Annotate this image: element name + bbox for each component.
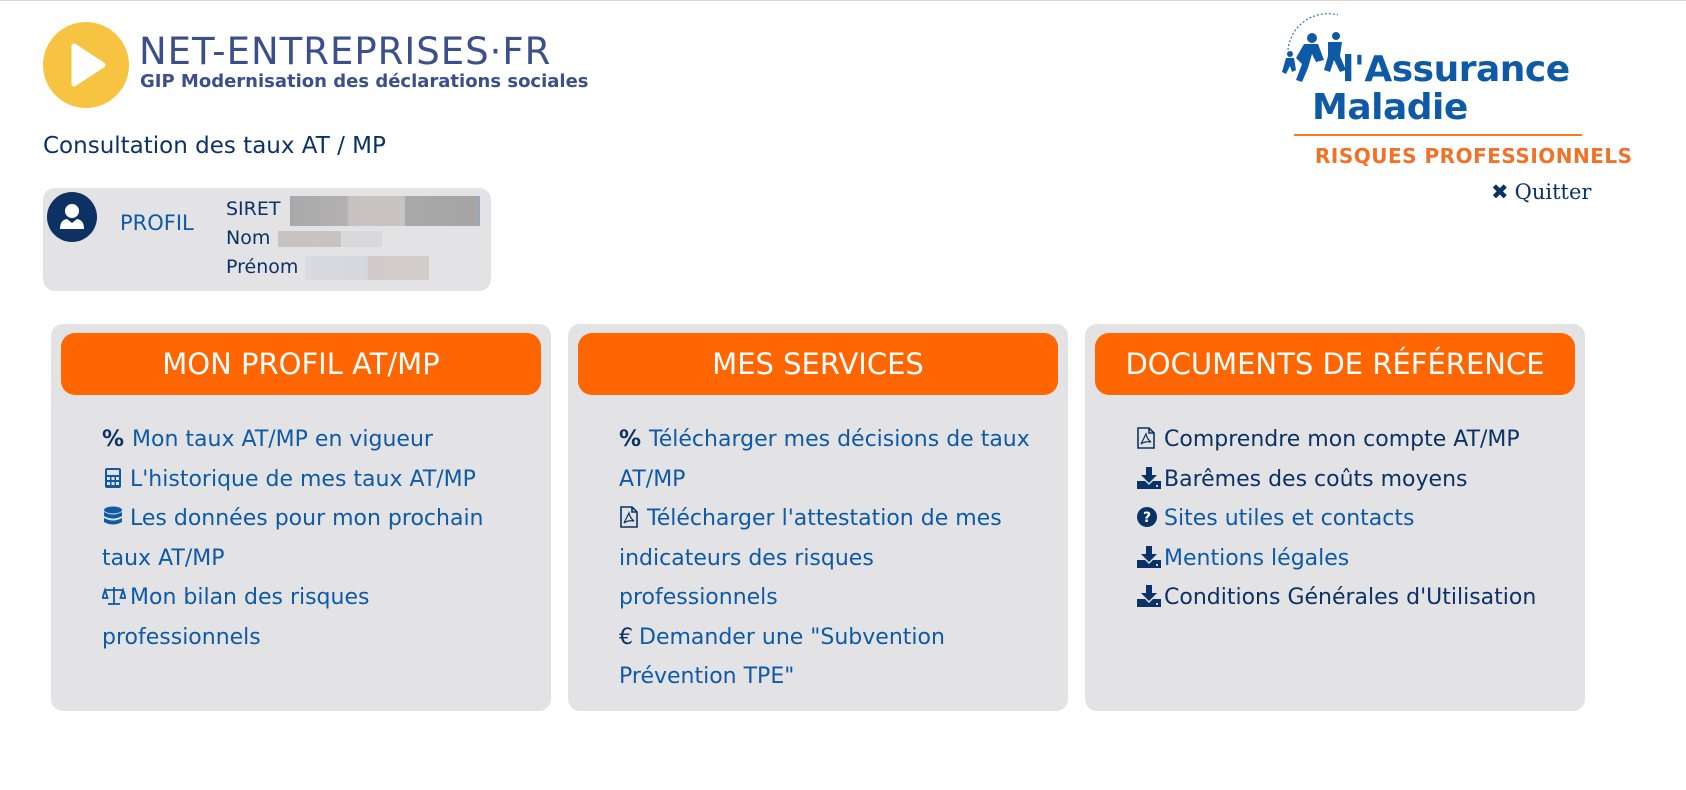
link-donnees-prochain-taux[interactable]: Les données pour mon prochain taux AT/MP	[102, 499, 522, 578]
percent-icon: %	[619, 427, 642, 452]
assurance-maladie-logo[interactable]: l'Assurance Maladie RISQUES PROFESSIONNE…	[1268, 10, 1632, 170]
logo-title: NET-ENTREPRISES·FR	[139, 30, 552, 73]
page-title: Consultation des taux AT / MP	[43, 133, 386, 159]
panel-mon-profil: MON PROFIL AT/MP % Mon taux AT/MP en vigu…	[51, 324, 551, 711]
prenom-label: Prénom	[226, 256, 299, 278]
partner-brand-line1: l'Assurance	[1342, 49, 1570, 90]
link-list: % Mon taux AT/MP en vigueur L'historique …	[102, 420, 522, 657]
link-cgu[interactable]: Conditions Générales d'Utilisation	[1136, 578, 1556, 618]
top-border	[0, 0, 1686, 1]
pdf-file-icon	[1136, 427, 1158, 449]
link-telecharger-decisions[interactable]: % Télécharger mes décisions de taux AT/MP	[619, 420, 1039, 499]
user-avatar-icon	[47, 192, 97, 242]
quit-label: Quitter	[1514, 180, 1592, 204]
question-circle-icon: ?	[1136, 506, 1158, 528]
profile-label: PROFIL	[120, 211, 194, 235]
link-historique-taux[interactable]: L'historique de mes taux AT/MP	[102, 460, 522, 500]
close-icon: ✖	[1491, 180, 1509, 204]
svg-text:?: ?	[1143, 510, 1151, 526]
partner-divider	[1294, 134, 1582, 136]
balance-scale-icon	[102, 585, 126, 607]
partner-subtitle: RISQUES PROFESSIONNELS	[1315, 144, 1633, 168]
link-list: Comprendre mon compte AT/MP Barêmes des …	[1136, 420, 1556, 618]
siret-value-redacted	[290, 196, 480, 226]
pdf-file-icon	[619, 506, 641, 528]
euro-icon: €	[619, 624, 633, 650]
link-subvention-tpe[interactable]: € Demander une "Subvention Prévention TPE…	[619, 618, 1039, 697]
percent-icon: %	[102, 427, 125, 452]
panel-mes-services: MES SERVICES % Télécharger mes décisions …	[568, 324, 1068, 711]
nom-label: Nom	[226, 227, 271, 249]
panel-documents-reference: DOCUMENTS DE RÉFÉRENCE Comprendre mon co…	[1085, 324, 1585, 711]
database-icon	[102, 506, 124, 528]
link-baremes-couts[interactable]: Barêmes des coûts moyens	[1136, 460, 1556, 500]
panel-title: MON PROFIL AT/MP	[61, 333, 541, 395]
download-icon	[1136, 585, 1161, 607]
download-icon	[1136, 545, 1161, 568]
link-bilan-risques[interactable]: Mon bilan des risques professionnels	[102, 578, 522, 657]
quit-button[interactable]: ✖ Quitter	[1491, 180, 1591, 204]
profile-card: PROFIL SIRET Nom Prénom	[43, 188, 491, 291]
prenom-value-redacted	[305, 256, 429, 280]
link-telecharger-attestation[interactable]: Télécharger l'attestation de mes indicat…	[619, 499, 1039, 618]
link-mentions-legales[interactable]: Mentions légales	[1136, 539, 1556, 579]
logo-subtitle: GIP Modernisation des déclarations socia…	[140, 71, 589, 92]
siret-label: SIRET	[226, 198, 281, 220]
download-icon	[1136, 466, 1161, 489]
link-list: % Télécharger mes décisions de taux AT/MP…	[619, 420, 1039, 697]
nom-value-redacted	[278, 231, 382, 247]
calculator-icon	[102, 467, 124, 489]
play-logo-icon	[43, 22, 129, 108]
link-sites-utiles[interactable]: ? Sites utiles et contacts	[1136, 499, 1556, 539]
net-entreprises-logo[interactable]: NET-ENTREPRISES·FR GIP Modernisation des…	[43, 20, 589, 110]
panel-title: MES SERVICES	[578, 333, 1058, 395]
link-taux-en-vigueur[interactable]: % Mon taux AT/MP en vigueur	[102, 420, 522, 460]
panel-title: DOCUMENTS DE RÉFÉRENCE	[1095, 333, 1575, 395]
partner-brand-line2: Maladie	[1312, 87, 1468, 128]
link-comprendre-compte[interactable]: Comprendre mon compte AT/MP	[1136, 420, 1556, 460]
